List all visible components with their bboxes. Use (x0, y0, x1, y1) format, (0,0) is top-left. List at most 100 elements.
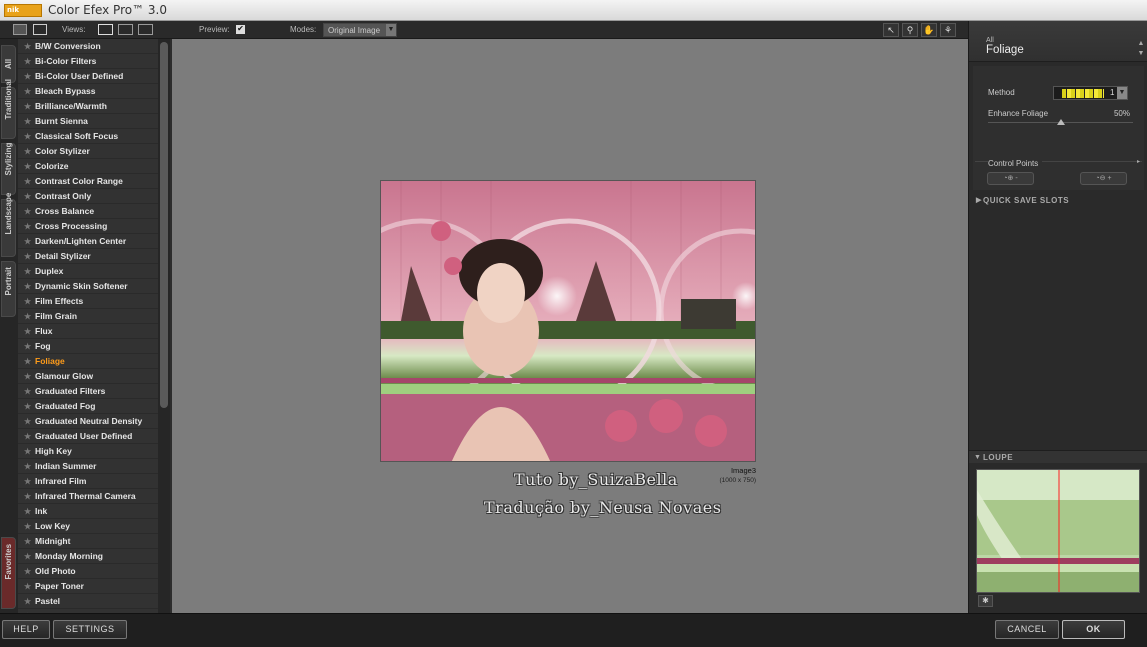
filter-list-item[interactable]: ★ Graduated Neutral Density (18, 414, 158, 429)
filter-list-item[interactable]: ★ Detail Stylizer (18, 249, 158, 264)
star-icon[interactable]: ★ (24, 204, 31, 219)
filter-list-item[interactable]: ★ Cross Processing (18, 219, 158, 234)
remove-control-point-button[interactable]: ◔⊖ + (1080, 172, 1127, 185)
filter-list-item[interactable]: ★ Infrared Film (18, 474, 158, 489)
filter-list-item[interactable]: ★ Ink (18, 504, 158, 519)
ok-button[interactable]: OK (1062, 620, 1125, 639)
star-icon[interactable]: ★ (24, 444, 31, 459)
star-icon[interactable]: ★ (24, 189, 31, 204)
filter-list-item[interactable]: ★ Darken/Lighten Center (18, 234, 158, 249)
filter-list-item[interactable]: ★ Midnight (18, 534, 158, 549)
star-icon[interactable]: ★ (24, 309, 31, 324)
filter-list-item[interactable]: ★ Bi-Color Filters (18, 54, 158, 69)
preview-checkbox[interactable]: ✔ (236, 25, 245, 34)
filter-list-item[interactable]: ★ High Key (18, 444, 158, 459)
star-icon[interactable]: ★ (24, 279, 31, 294)
control-points-expand-icon[interactable]: ▸ (1137, 158, 1140, 165)
filter-list-item[interactable]: ★ Old Photo (18, 564, 158, 579)
filter-list-item[interactable]: ★ Pastel (18, 594, 158, 609)
star-icon[interactable]: ★ (24, 579, 31, 594)
method-select[interactable]: 1 ▼ (1053, 86, 1128, 100)
filter-nav-arrows-icon[interactable]: ▲ ▼ (1136, 39, 1146, 59)
tab-stylizing[interactable]: Stylizing (1, 143, 16, 195)
star-icon[interactable]: ★ (24, 339, 31, 354)
star-icon[interactable]: ★ (24, 564, 31, 579)
filter-list-item[interactable]: ★ Contrast Only (18, 189, 158, 204)
star-icon[interactable]: ★ (24, 399, 31, 414)
cancel-button[interactable]: CANCEL (995, 620, 1059, 639)
list-layout-icon[interactable] (33, 24, 47, 35)
tab-traditional[interactable]: Traditional (1, 79, 16, 139)
star-icon[interactable]: ★ (24, 459, 31, 474)
star-icon[interactable]: ★ (24, 54, 31, 69)
filter-list-item[interactable]: ★ Classical Soft Focus (18, 129, 158, 144)
single-view-button[interactable] (98, 24, 113, 35)
side-by-side-view-button[interactable] (138, 24, 153, 35)
filter-list-item[interactable]: ★ Paper Toner (18, 579, 158, 594)
enhance-foliage-slider-thumb[interactable] (1056, 119, 1065, 125)
loupe-header[interactable]: ▼ LOUPE (969, 450, 1147, 463)
zoom-icon[interactable]: ⚲ (902, 23, 918, 37)
star-icon[interactable]: ★ (24, 519, 31, 534)
star-icon[interactable]: ★ (24, 549, 31, 564)
single-view-layout-icon[interactable] (13, 24, 27, 35)
star-icon[interactable]: ★ (24, 594, 31, 609)
eyedropper-icon[interactable]: ⚘ (940, 23, 956, 37)
help-button[interactable]: HELP (2, 620, 50, 639)
filter-list-item[interactable]: ★ Graduated Filters (18, 384, 158, 399)
settings-button[interactable]: SETTINGS (53, 620, 127, 639)
star-icon[interactable]: ★ (24, 129, 31, 144)
pointer-icon[interactable]: ↖ (883, 23, 899, 37)
filter-list-item[interactable]: ★ Dynamic Skin Softener (18, 279, 158, 294)
filter-list-item[interactable]: ★ Flux (18, 324, 158, 339)
star-icon[interactable]: ★ (24, 234, 31, 249)
star-icon[interactable]: ★ (24, 294, 31, 309)
star-icon[interactable]: ★ (24, 534, 31, 549)
filter-list-item[interactable]: ★ B/W Conversion (18, 39, 158, 54)
star-icon[interactable]: ★ (24, 354, 31, 369)
star-icon[interactable]: ★ (24, 324, 31, 339)
filter-list-item[interactable]: ★ Graduated Fog (18, 399, 158, 414)
star-icon[interactable]: ★ (24, 489, 31, 504)
star-icon[interactable]: ★ (24, 369, 31, 384)
filter-list-item[interactable]: ★ Color Stylizer (18, 144, 158, 159)
star-icon[interactable]: ★ (24, 174, 31, 189)
filter-list-item[interactable]: ★ Glamour Glow (18, 369, 158, 384)
tab-portrait[interactable]: Portrait (1, 261, 16, 317)
star-icon[interactable]: ★ (24, 99, 31, 114)
star-icon[interactable]: ★ (24, 264, 31, 279)
filter-list-item[interactable]: ★ Cross Balance (18, 204, 158, 219)
star-icon[interactable]: ★ (24, 474, 31, 489)
filter-list-item[interactable]: ★ Bleach Bypass (18, 84, 158, 99)
star-icon[interactable]: ★ (24, 69, 31, 84)
filter-list-item[interactable]: ★ Indian Summer (18, 459, 158, 474)
hand-icon[interactable]: ✋ (921, 23, 937, 37)
filter-list-item[interactable]: ★ Fog (18, 339, 158, 354)
star-icon[interactable]: ★ (24, 114, 31, 129)
filter-list-item[interactable]: ★ Brilliance/Warmth (18, 99, 158, 114)
star-icon[interactable]: ★ (24, 219, 31, 234)
star-icon[interactable]: ★ (24, 414, 31, 429)
filter-list-item[interactable]: ★ Infrared Thermal Camera (18, 489, 158, 504)
filter-list-item[interactable]: ★ Film Grain (18, 309, 158, 324)
tab-all[interactable]: All (1, 45, 16, 83)
star-icon[interactable]: ★ (24, 39, 31, 54)
modes-select[interactable]: Original Image ▼ (323, 23, 397, 37)
filter-list-item[interactable]: ★ Colorize (18, 159, 158, 174)
filter-list-item[interactable]: ★ Monday Morning (18, 549, 158, 564)
star-icon[interactable]: ★ (24, 504, 31, 519)
filter-list-item[interactable]: ★ Contrast Color Range (18, 174, 158, 189)
filter-list-item[interactable]: ★ Burnt Sienna (18, 114, 158, 129)
star-icon[interactable]: ★ (24, 429, 31, 444)
quick-save-slots-header[interactable]: ▶ QUICK SAVE SLOTS (973, 194, 1144, 207)
star-icon[interactable]: ★ (24, 249, 31, 264)
preview-canvas[interactable]: Image3 (1000 x 750) Tuto by_SuizaBella T… (172, 39, 968, 613)
add-control-point-button[interactable]: ◔⊕ - (987, 172, 1034, 185)
star-icon[interactable]: ★ (24, 144, 31, 159)
star-icon[interactable]: ★ (24, 159, 31, 174)
star-icon[interactable]: ★ (24, 84, 31, 99)
star-icon[interactable]: ★ (24, 384, 31, 399)
filter-list-item[interactable]: ★ Foliage (18, 354, 158, 369)
filter-list-item[interactable]: ★ Duplex (18, 264, 158, 279)
filter-list-scrollbar[interactable] (158, 39, 170, 613)
